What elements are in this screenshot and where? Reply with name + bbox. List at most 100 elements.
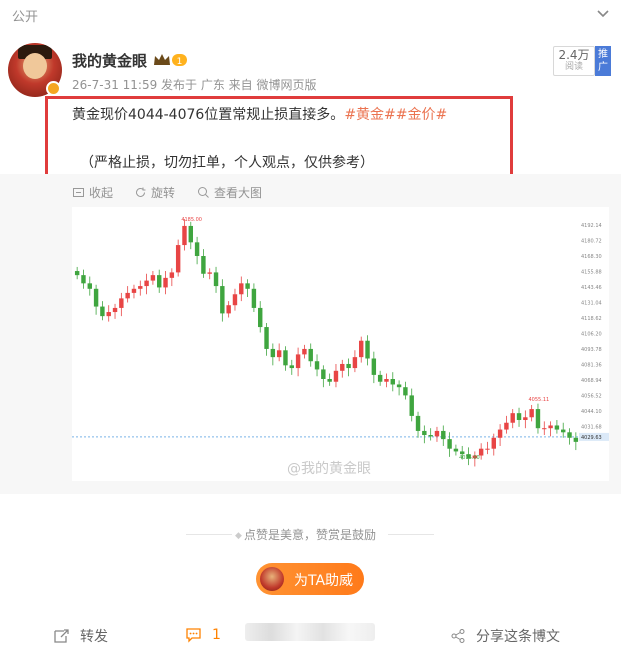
candle [81,275,86,284]
candle [182,225,187,246]
author-name[interactable]: 我的黄金眼 [72,50,147,71]
share-icon [451,629,465,643]
visibility-label: 公开 [12,10,39,25]
candle [289,365,294,369]
candle [258,307,263,328]
chart-image[interactable]: 4192.14 4180.72 4168.30 4155.88 4143.46 4131.… [72,207,609,481]
candle [131,288,137,293]
rotate-button[interactable]: 旋转 [134,184,175,201]
candle [485,448,490,450]
candle [434,430,440,437]
candle [359,340,364,358]
y-tick-label: 4106.20 [581,332,602,338]
candle [403,387,408,396]
promote-button[interactable]: 推广 [595,46,611,76]
candle [100,306,105,317]
y-tick-label: 4081.36 [581,363,602,369]
y-tick-label: 4168.30 [581,254,602,260]
candle [270,348,276,358]
candle [321,369,326,379]
y-tick-label: 4143.46 [581,285,602,291]
candle [125,292,130,299]
candle [491,437,496,449]
comment-count: 1 [212,626,221,643]
candle [144,280,149,287]
post-topbar: 公开 [0,0,621,30]
candle [554,425,560,430]
candle [422,430,427,436]
candle [74,271,80,276]
rotate-icon [136,187,146,197]
y-tick-label: 4180.72 [581,239,602,245]
y-tick-label: 4118.62 [581,316,602,322]
verified-badge-icon [46,81,61,96]
candle [175,245,181,273]
comment-icon [186,628,201,643]
reads-count: 2.4万 [558,48,590,62]
candle [365,340,370,359]
candle [573,437,579,442]
candle [390,379,395,385]
blurred-overlay [245,623,375,641]
candle [283,350,288,366]
y-tick-label: 4056.52 [581,394,602,400]
candle [93,288,99,307]
candle [276,350,282,358]
repost-label: 转发 [80,629,108,645]
local-high-label: 4055.11 [529,397,550,403]
zoom-icon [198,187,209,198]
rotate-label: 旋转 [151,186,176,200]
candle [163,277,168,288]
candle [106,312,111,317]
view-large-button[interactable]: 查看大图 [197,184,262,201]
candle [415,415,421,431]
y-tick-label: 4131.04 [581,301,602,307]
candle [340,363,345,371]
candle [523,417,528,420]
candle [441,430,446,440]
image-watermark: @我的黄金眼 [287,461,371,477]
share-button[interactable]: 分享这条博文 [450,626,560,646]
candle [308,348,313,362]
y-tick-label: 4068.94 [581,378,602,384]
low-label: 4015.00 [459,455,480,461]
candle [327,379,332,382]
repost-button[interactable]: 转发 [53,626,108,646]
candle [157,275,162,288]
cheer-button[interactable]: 为TA助威 [256,563,364,595]
candle [119,298,124,308]
candle [396,384,402,388]
candle [346,363,351,369]
repost-icon [54,628,69,643]
collapse-icon [73,188,84,197]
candle [207,272,212,274]
y-tick-label: 4044.10 [581,409,602,415]
y-tick-label: 4093.78 [581,347,602,353]
reads-label: 阅读 [564,62,583,72]
candle [377,374,383,382]
cheer-avatar [260,567,284,591]
share-label: 分享这条博文 [476,629,560,645]
chevron-down-icon[interactable] [594,5,612,23]
candle [460,451,465,455]
candle [516,413,522,420]
candle [188,225,193,243]
comment-button[interactable]: 1 [185,626,221,643]
collapse-button[interactable]: 收起 [72,184,113,201]
candle [384,379,389,382]
candle [194,242,200,256]
candle [535,409,541,429]
diamond-icon: ◆ [235,531,242,541]
level-badge-text: 1 [177,57,183,67]
view-large-label: 查看大图 [214,186,263,200]
candle [232,294,238,306]
candle [548,425,553,429]
candle [87,283,92,289]
candle [169,272,175,278]
candle [251,288,257,308]
candle [245,283,250,289]
high-label: 4185.00 [181,217,202,223]
candle [213,272,219,287]
member-crown-icon[interactable]: 1 [152,52,188,68]
candle [150,275,156,281]
